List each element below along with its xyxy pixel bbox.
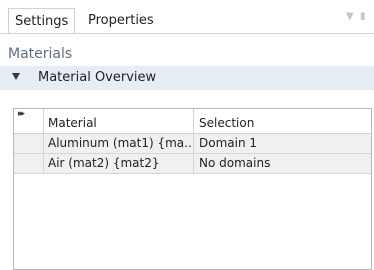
tab-bar: Settings Properties ▼ ▮ xyxy=(0,0,374,36)
dock-icon[interactable]: ▮ xyxy=(360,12,366,22)
tab-properties[interactable]: Properties xyxy=(82,8,160,34)
table-row[interactable]: Aluminum (mat1) {ma... Domain 1 xyxy=(14,134,371,154)
table-row[interactable]: Air (mat2) {mat2} No domains xyxy=(14,154,371,174)
tab-settings[interactable]: Settings xyxy=(8,8,76,34)
cell-selection[interactable]: No domains xyxy=(194,154,371,173)
column-header-material[interactable]: Material xyxy=(44,109,194,133)
tab-divider xyxy=(0,33,374,34)
section-title: Materials xyxy=(8,46,73,62)
cell-selection[interactable]: Domain 1 xyxy=(194,134,371,153)
cell-material[interactable]: Air (mat2) {mat2} xyxy=(44,154,194,173)
row-gutter xyxy=(14,134,44,153)
material-overview-section-header[interactable]: Material Overview xyxy=(0,66,374,90)
table-header-gutter: ▸▸ xyxy=(14,109,44,133)
expand-columns-icon[interactable]: ▸▸ xyxy=(18,109,25,119)
material-overview-label: Material Overview xyxy=(38,70,157,85)
row-gutter xyxy=(14,154,44,173)
pin-icon[interactable]: ▼ xyxy=(346,12,354,22)
settings-panel: Settings Properties ▼ ▮ Materials Materi… xyxy=(0,0,374,270)
table-header-row: ▸▸ Material Selection xyxy=(14,109,371,134)
cell-material[interactable]: Aluminum (mat1) {ma... xyxy=(44,134,194,153)
collapse-arrow-icon[interactable] xyxy=(12,73,20,80)
column-header-selection[interactable]: Selection xyxy=(194,109,371,133)
materials-table: ▸▸ Material Selection Aluminum (mat1) {m… xyxy=(13,108,372,270)
